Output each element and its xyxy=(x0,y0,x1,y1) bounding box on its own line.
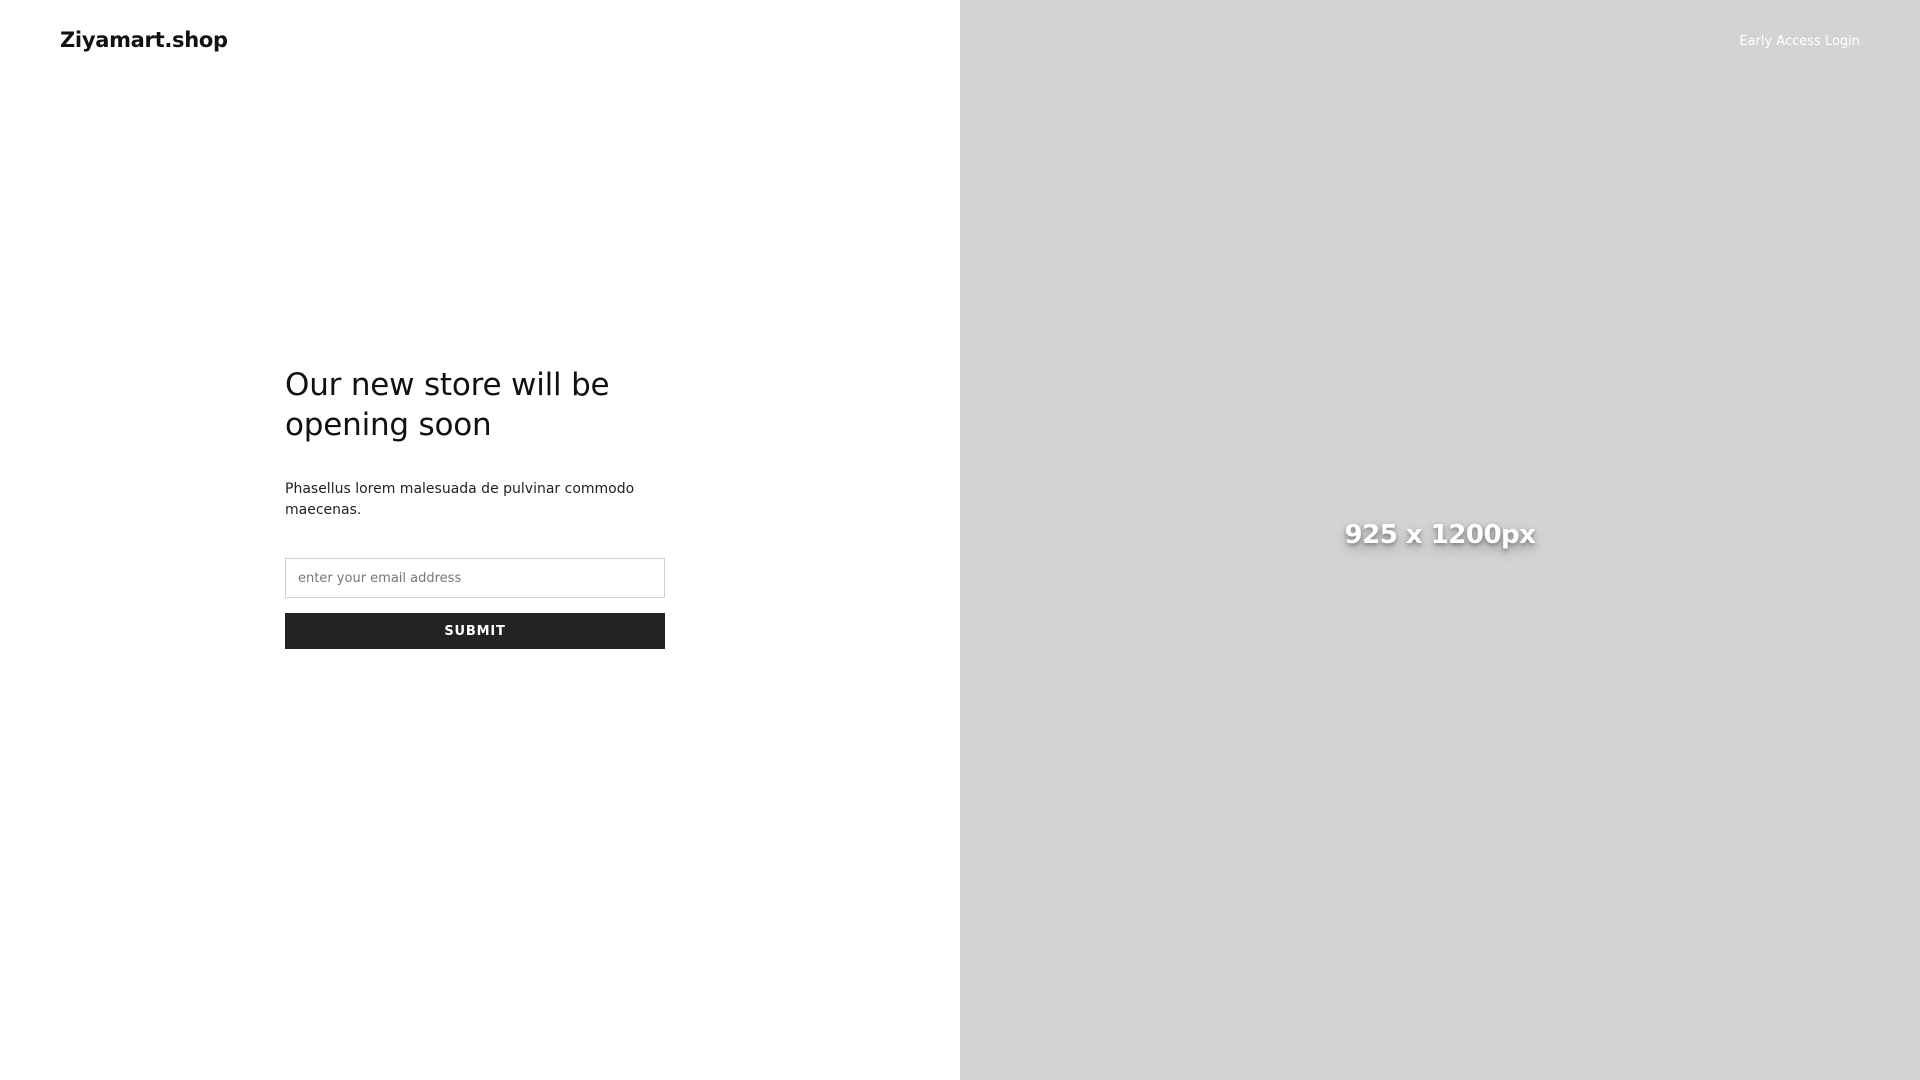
email-input[interactable] xyxy=(285,558,665,598)
headline-line-1: Our new store will be xyxy=(285,367,610,403)
image-dimensions-label: 925 x 1200px xyxy=(1344,520,1536,550)
page-headline: Our new store will be opening soon xyxy=(285,365,665,445)
signup-section: Our new store will be opening soon Phase… xyxy=(285,365,665,649)
headline-line-2: opening soon xyxy=(285,407,492,443)
submit-button[interactable]: SUBMIT xyxy=(285,613,665,649)
site-logo[interactable]: Ziyamart.shop xyxy=(60,28,228,52)
coming-soon-page: Ziyamart.shop Our new store will be open… xyxy=(0,0,1920,1080)
page-description: Phasellus lorem malesuada de pulvinar co… xyxy=(285,481,635,518)
content-panel: Ziyamart.shop Our new store will be open… xyxy=(0,0,960,1080)
hero-image-placeholder: Early Access Login 925 x 1200px xyxy=(960,0,1920,1080)
early-access-login-link[interactable]: Early Access Login xyxy=(1739,34,1860,49)
